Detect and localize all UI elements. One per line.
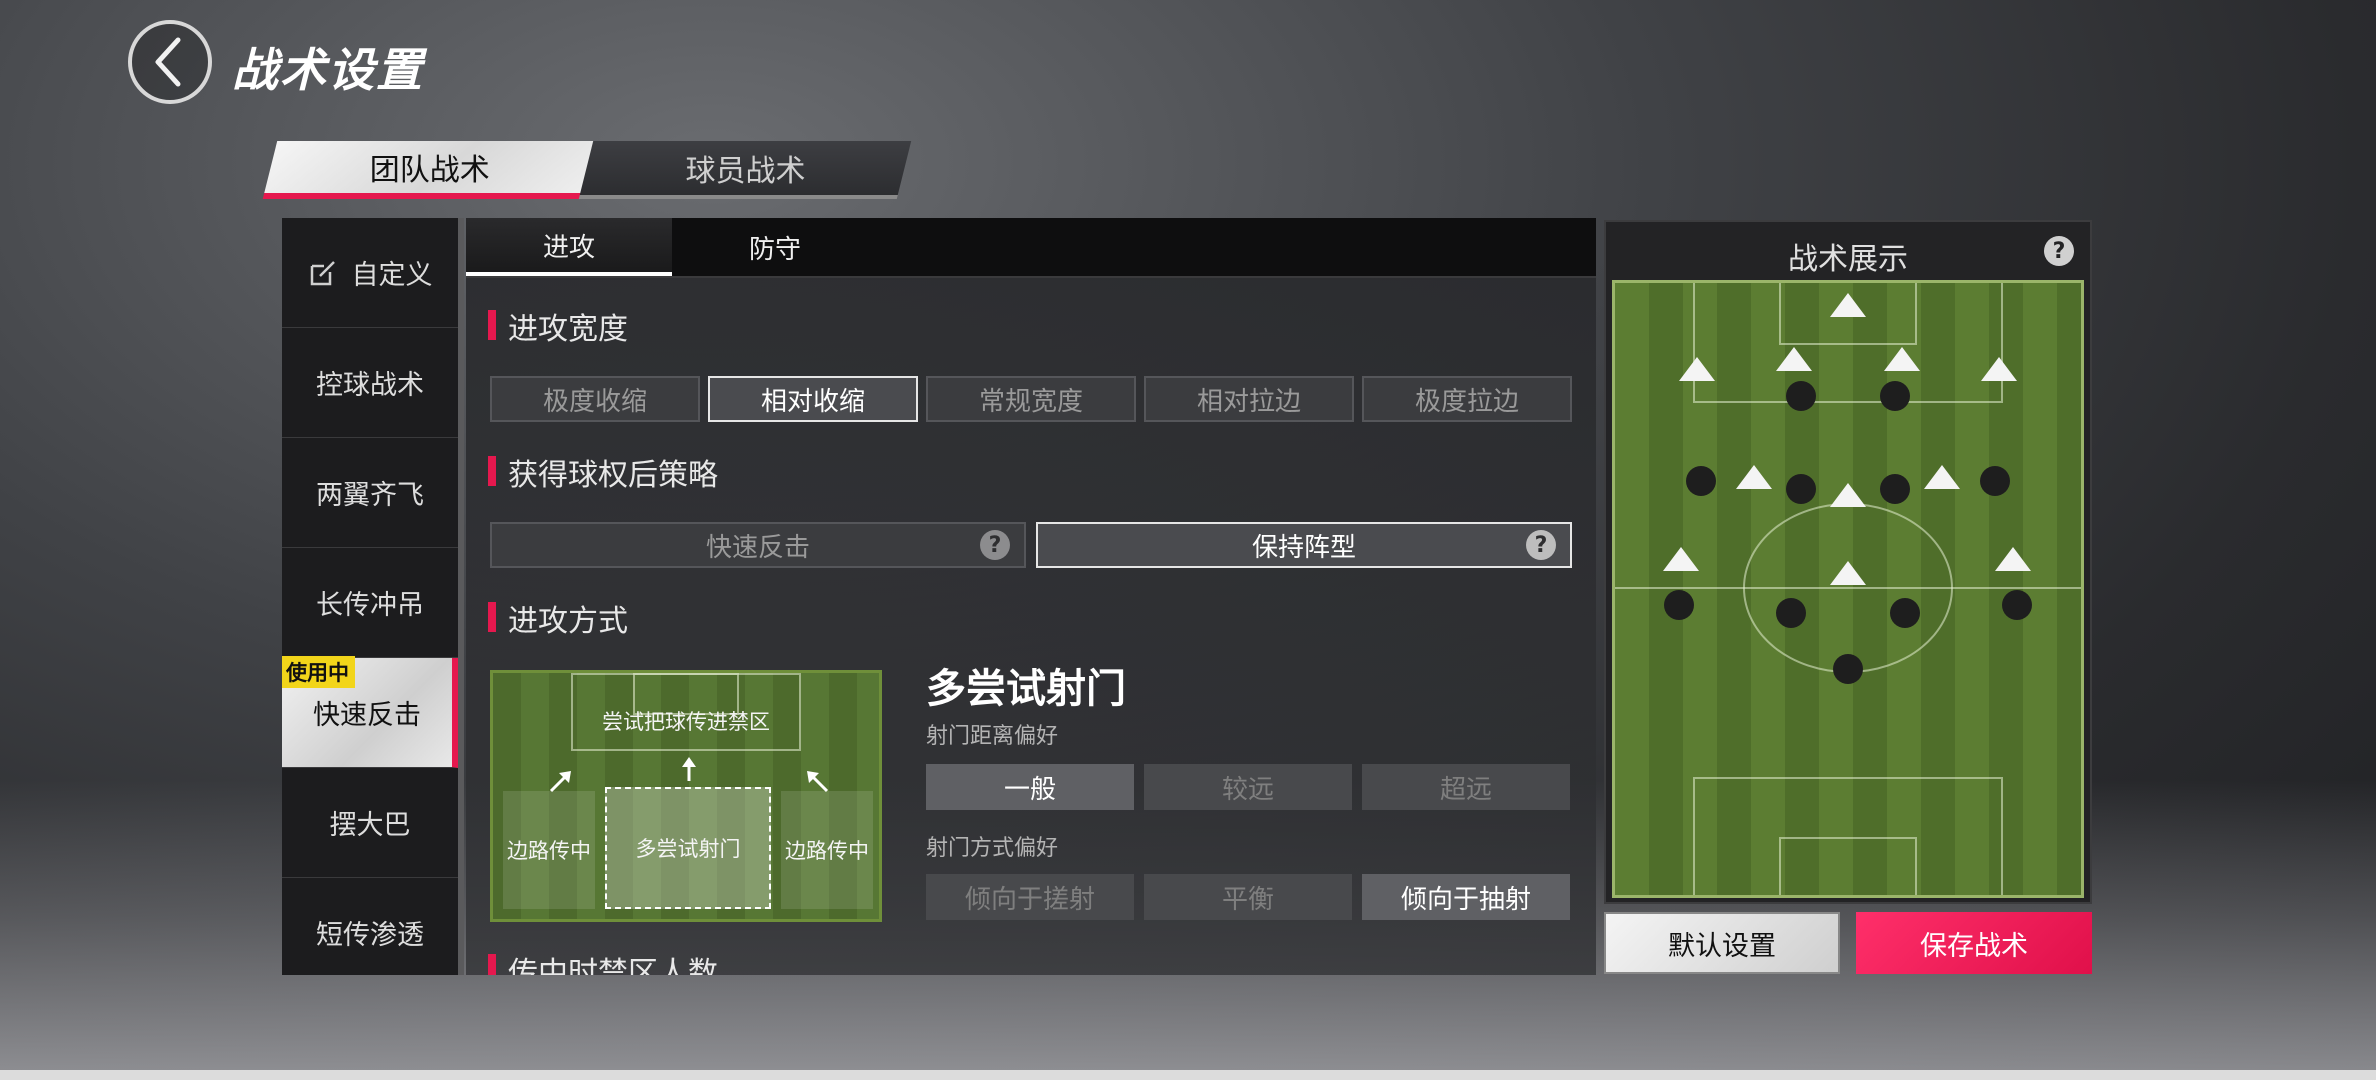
width-option-narrow[interactable]: 相对收缩 [708, 376, 918, 422]
sidebar-item-label: 控球战术 [316, 370, 424, 401]
zone-shoot-more[interactable]: 多尝试射门 [605, 787, 771, 909]
formation-pitch [1612, 280, 2084, 898]
tab-defense[interactable]: 防守 [672, 218, 878, 276]
shot-style-finesse[interactable]: 倾向于搓射 [926, 874, 1134, 920]
save-tactics-button[interactable]: 保存战术 [1856, 912, 2092, 974]
attack-defense-tabs: 进攻 防守 [466, 218, 1596, 278]
sidebar-item-custom[interactable]: 自定义 [282, 218, 458, 328]
tab-label: 球员战术 [685, 154, 806, 189]
sidebar-item-label: 自定义 [351, 260, 433, 291]
strategy-option-counter[interactable]: 快速反击 ? [490, 522, 1026, 568]
sidebar-item-label: 短传渗透 [316, 920, 424, 951]
tab-team-tactics[interactable]: 团队战术 [262, 141, 596, 199]
strategy-option-keep-shape[interactable]: 保持阵型 ? [1036, 522, 1572, 568]
chevron-left-icon [155, 37, 181, 87]
tactics-display-panel: 战术展示 ? [1604, 220, 2092, 904]
tactic-settings-panel: 进攻 防守 进攻宽度 极度收缩 相对收缩 常规宽度 相对拉边 极度拉边 获得球权… [466, 218, 1596, 975]
sidebar-scrollbar[interactable] [458, 218, 464, 975]
width-option-very-wide[interactable]: 极度拉边 [1362, 376, 1572, 422]
shot-style-balanced[interactable]: 平衡 [1144, 874, 1352, 920]
help-icon[interactable]: ? [980, 530, 1010, 560]
shot-distance-far[interactable]: 较远 [1144, 764, 1352, 810]
option-label: 快速反击 [705, 532, 810, 563]
sidebar-item-possession[interactable]: 控球战术 [282, 328, 458, 438]
shot-distance-very-far[interactable]: 超远 [1362, 764, 1570, 810]
width-option-very-narrow[interactable]: 极度收缩 [490, 376, 700, 422]
next-section-title: 传中时禁区人数 [488, 948, 718, 975]
sidebar-item-label: 摆大巴 [329, 810, 411, 841]
formation-markers [1663, 293, 2032, 684]
width-option-normal[interactable]: 常规宽度 [926, 376, 1136, 422]
bottom-strip [0, 1070, 2376, 1080]
sidebar-item-label: 长传冲吊 [316, 590, 424, 621]
sidebar-item-label: 两翼齐飞 [316, 480, 424, 511]
sidebar-item-wings[interactable]: 两翼齐飞 [282, 438, 458, 548]
shot-style-power[interactable]: 倾向于抽射 [1362, 874, 1570, 920]
help-icon[interactable]: ? [2044, 236, 2074, 266]
width-option-wide[interactable]: 相对拉边 [1144, 376, 1354, 422]
sidebar-item-counter-attack[interactable]: 使用中 快速反击 [282, 656, 458, 768]
attack-width-title: 进攻宽度 [488, 304, 628, 348]
back-button[interactable] [128, 20, 212, 104]
tactics-display-title: 战术展示 [1788, 242, 1908, 277]
in-use-badge: 使用中 [282, 656, 355, 688]
shot-distance-normal[interactable]: 一般 [926, 764, 1134, 810]
tab-attack[interactable]: 进攻 [466, 218, 672, 276]
tab-label: 团队战术 [369, 153, 490, 188]
possession-strategy-title: 获得球权后策略 [488, 450, 718, 494]
default-settings-button[interactable]: 默认设置 [1604, 912, 1840, 974]
selected-method-title: 多尝试射门 [926, 666, 1126, 712]
zone-right-cross[interactable]: 边路传中 [781, 791, 873, 909]
sidebar-item-park-the-bus[interactable]: 摆大巴 [282, 768, 458, 878]
sidebar-item-short-pass[interactable]: 短传渗透 [282, 878, 458, 975]
page-title: 战术设置 [232, 43, 424, 97]
tactics-sidebar: 自定义 控球战术 两翼齐飞 长传冲吊 使用中 快速反击 摆大巴 短传渗透 [282, 218, 458, 975]
attack-method-title: 进攻方式 [488, 596, 628, 640]
sidebar-item-label: 快速反击 [313, 700, 421, 731]
zone-left-cross[interactable]: 边路传中 [503, 791, 595, 909]
help-icon[interactable]: ? [1526, 530, 1556, 560]
attack-method-pitch[interactable]: 尝试把球传进禁区 边路传中 多尝试射门 边路传中 [490, 670, 882, 922]
edit-icon [310, 260, 335, 285]
sidebar-item-long-ball[interactable]: 长传冲吊 [282, 548, 458, 658]
option-label: 保持阵型 [1251, 532, 1356, 563]
shot-style-label: 射门方式偏好 [926, 836, 1059, 861]
shot-distance-label: 射门距离偏好 [926, 724, 1059, 749]
tab-player-tactics[interactable]: 球员战术 [578, 141, 912, 199]
